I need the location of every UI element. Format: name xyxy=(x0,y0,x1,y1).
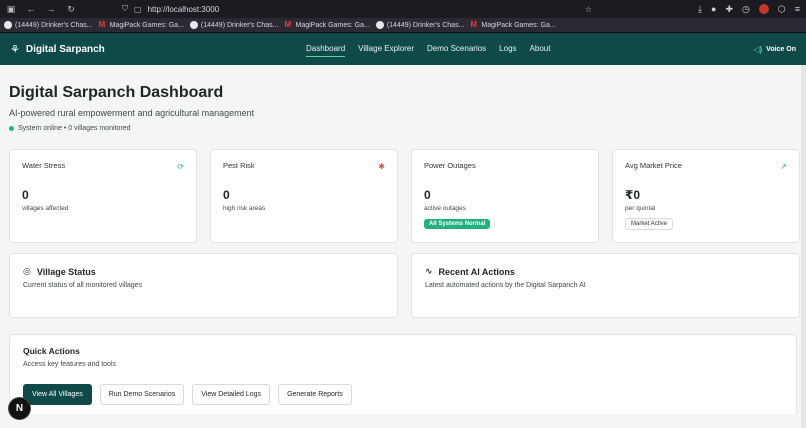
app-header: ⚘ Digital Sarpanch Dashboard Village Expl… xyxy=(0,33,806,65)
browser-toolbar: ▣ ← → ↻ ⛉ ▢ http://localhost:3000 ☆ ⤓ ● … xyxy=(0,0,806,18)
nav-about[interactable]: About xyxy=(530,41,551,57)
bookmark-item[interactable]: M MagiPack Games: Ga... xyxy=(285,21,370,29)
extension-red-icon[interactable] xyxy=(758,4,769,14)
extensions-icon[interactable]: ✚ xyxy=(725,4,733,15)
bookmark-star-icon[interactable]: ☆ xyxy=(585,5,592,14)
panel-title: Village Status xyxy=(36,266,96,277)
stat-desc: active outages xyxy=(424,205,466,212)
system-status: System online • 0 villages monitored xyxy=(9,125,797,132)
voice-toggle[interactable]: ◁) Voice On xyxy=(753,45,796,54)
panel-header: ◎ Village Status xyxy=(23,266,384,277)
generate-reports-button[interactable]: Generate Reports xyxy=(278,384,352,405)
bookmark-item[interactable]: (14449) Drinker's Chas... xyxy=(4,21,93,29)
stat-title: Power Outages xyxy=(424,161,476,170)
activity-icon: ∿ xyxy=(425,266,433,276)
magipack-icon: M xyxy=(284,20,292,29)
sprout-icon: ⚘ xyxy=(10,43,20,56)
nav-demo-scenarios[interactable]: Demo Scenarios xyxy=(427,41,486,57)
magipack-icon: M xyxy=(470,20,478,29)
bookmark-label: (14449) Drinker's Chas... xyxy=(386,21,465,29)
stat-card: Water Stress ⟳ 0 villages affected xyxy=(9,149,197,243)
nav-village-explorer[interactable]: Village Explorer xyxy=(358,41,414,57)
sidebar-toggle-icon[interactable]: ▣ xyxy=(6,4,16,15)
bug-icon: ✱ xyxy=(378,162,385,171)
stat-card: Pest Risk ✱ 0 high risk areas xyxy=(210,149,398,243)
nextjs-badge[interactable]: N xyxy=(9,398,30,419)
page-icon: ▢ xyxy=(134,4,142,14)
quick-actions-card: Quick Actions Access key features and to… xyxy=(9,334,797,414)
bookmark-item[interactable]: (14449) Drinker's Chas... xyxy=(189,21,279,29)
site-favicon-icon xyxy=(4,21,12,29)
panels-grid: ◎ Village Status Current status of all mon… xyxy=(9,253,800,318)
brand-name: Digital Sarpanch xyxy=(25,43,105,55)
scrollbar[interactable] xyxy=(801,65,806,428)
main-nav: Dashboard Village Explorer Demo Scenarios L… xyxy=(306,41,550,57)
browser-extensions: ⤓ ● ✚ ◷ ⬡ ≡ xyxy=(698,4,800,15)
url-text[interactable]: http://localhost:3000 xyxy=(148,5,220,14)
page-title: Digital Sarpanch Dashboard xyxy=(9,84,224,101)
stat-value: 0 xyxy=(22,188,29,202)
stat-value: 0 xyxy=(424,188,431,202)
stat-value: 0 xyxy=(223,188,230,202)
panel-card: ◎ Village Status Current status of all mon… xyxy=(9,253,398,318)
stat-title: Avg Market Price xyxy=(625,161,682,170)
panel-desc: Current status of all monitored villages xyxy=(23,282,143,289)
site-favicon-icon xyxy=(375,21,384,29)
site-favicon-icon xyxy=(189,21,198,29)
voice-label: Voice On xyxy=(766,45,796,53)
nav-logs[interactable]: Logs xyxy=(499,41,516,57)
reload-icon[interactable]: ↻ xyxy=(66,4,76,15)
brand[interactable]: ⚘ Digital Sarpanch xyxy=(10,43,105,56)
panel-header: ∿ Recent AI Actions xyxy=(425,266,786,277)
panel-card: ∿ Recent AI Actions Latest automated actio… xyxy=(411,253,800,318)
trending-up-icon: ↗ xyxy=(780,162,787,171)
stat-desc: per quintal xyxy=(625,205,656,212)
quick-actions-buttons: View All Villages Run Demo Scenarios View … xyxy=(23,384,783,405)
download-icon[interactable]: ⤓ xyxy=(698,4,702,15)
bookmark-item[interactable]: M MagiPack Games: Ga... xyxy=(99,21,184,29)
bookmarks-bar: (14449) Drinker's Chas... M MagiPack Games… xyxy=(0,18,806,33)
panel-desc: Latest automated actions by the Digital … xyxy=(425,282,586,289)
stat-desc: villages affected xyxy=(22,205,69,212)
stat-desc: high risk areas xyxy=(223,205,266,212)
puzzle-icon[interactable]: ⬡ xyxy=(778,4,786,15)
shield-icon: ⛉ xyxy=(122,4,128,13)
stats-grid: Water Stress ⟳ 0 villages affected Pest Risk… xyxy=(9,149,800,243)
bookmark-label: MagiPack Games: Ga... xyxy=(295,21,370,29)
back-icon[interactable]: ← xyxy=(26,4,36,14)
status-dot-icon xyxy=(9,126,14,131)
view-all-villages-button[interactable]: View All Villages xyxy=(23,384,92,405)
bookmark-item[interactable]: (14449) Drinker's Chas... xyxy=(375,21,465,29)
nav-dashboard[interactable]: Dashboard xyxy=(306,41,346,57)
speaker-icon: ◁) xyxy=(753,44,763,54)
stat-card: Power Outages 0 active outages All Systems … xyxy=(411,149,599,243)
status-badge: Market Active xyxy=(625,218,674,230)
stat-title: Water Stress xyxy=(22,161,66,170)
main-content: Digital Sarpanch Dashboard AI-powered ru… xyxy=(0,84,806,414)
forward-icon[interactable]: → xyxy=(46,4,56,14)
address-bar[interactable]: ⛉ ▢ http://localhost:3000 ☆ xyxy=(122,4,592,14)
history-icon[interactable]: ◷ xyxy=(742,4,750,15)
stat-value: ₹0 xyxy=(625,188,641,202)
bookmark-label: MagiPack Games: Ga... xyxy=(481,21,556,29)
bookmark-label: (14449) Drinker's Chas... xyxy=(15,21,93,29)
account-icon[interactable]: ● xyxy=(711,4,716,14)
bookmark-label: (14449) Drinker's Chas... xyxy=(200,21,279,29)
run-demo-scenarios-button[interactable]: Run Demo Scenarios xyxy=(99,384,185,405)
quick-actions-title: Quick Actions xyxy=(23,346,80,356)
map-pin-icon: ◎ xyxy=(23,266,31,276)
status-text: System online • 0 villages monitored xyxy=(18,125,131,132)
quick-actions-desc: Access key features and tools xyxy=(23,361,116,368)
page-subtitle: AI-powered rural empowerment and agricul… xyxy=(9,108,255,118)
status-badge: All Systems Normal xyxy=(424,219,491,229)
view-detailed-logs-button[interactable]: View Detailed Logs xyxy=(192,384,271,405)
droplet-icon: ⟳ xyxy=(177,162,184,171)
bookmark-label: MagiPack Games: Ga... xyxy=(109,21,184,29)
panel-title: Recent AI Actions xyxy=(438,266,515,277)
stat-title: Pest Risk xyxy=(223,161,255,170)
magipack-icon: M xyxy=(98,20,106,29)
bookmark-item[interactable]: M MagiPack Games: Ga... xyxy=(470,21,555,29)
stat-card: Avg Market Price ↗ ₹0 per quintal Market Act… xyxy=(612,149,800,243)
menu-icon[interactable]: ≡ xyxy=(795,4,800,14)
